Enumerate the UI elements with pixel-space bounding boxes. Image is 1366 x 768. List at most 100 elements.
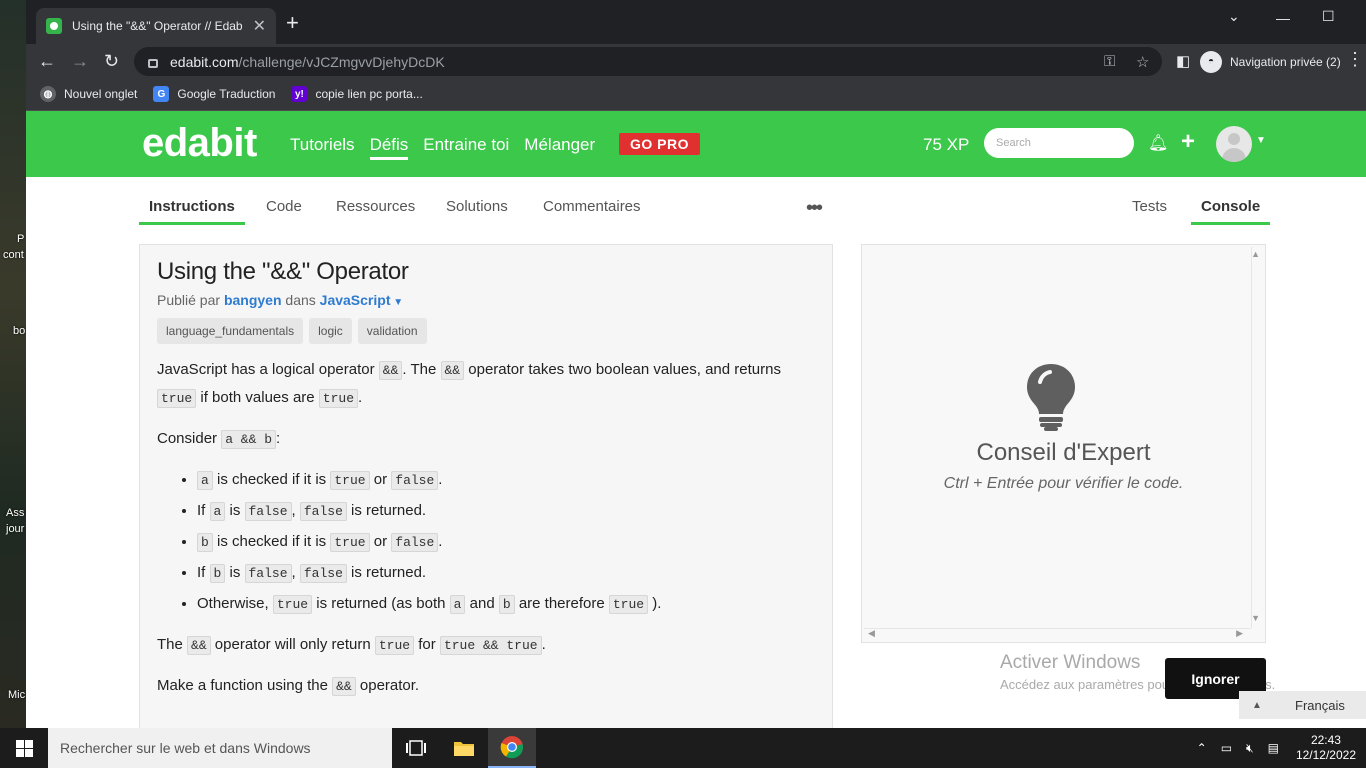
- site-header: edabit Tutoriels Défis Entraine toi Méla…: [26, 111, 1366, 177]
- tab-code[interactable]: Code: [266, 198, 302, 215]
- forward-arrow-icon[interactable]: →: [71, 51, 89, 71]
- globe-icon: ◍: [40, 86, 56, 102]
- list-item: b is checked if it is true or false.: [197, 528, 815, 557]
- tag[interactable]: logic: [309, 318, 352, 344]
- author-link[interactable]: bangyen: [224, 292, 282, 308]
- more-options-icon[interactable]: •••: [806, 197, 823, 220]
- desktop-icon-label[interactable]: jour: [6, 523, 24, 535]
- tab-search-chevron-icon[interactable]: ⌄: [1228, 8, 1240, 25]
- desktop-icon-label[interactable]: Mic: [8, 689, 25, 701]
- back-arrow-icon[interactable]: ←: [38, 51, 56, 71]
- scroll-down-icon[interactable]: ▼: [1251, 613, 1260, 623]
- tray-chevron-up-icon[interactable]: ⌃: [1197, 741, 1207, 755]
- desktop-icon-label[interactable]: Ass: [6, 507, 24, 519]
- bell-icon[interactable]: 🔔︎: [1148, 133, 1168, 153]
- vertical-scrollbar[interactable]: [1251, 247, 1263, 628]
- notification-icon[interactable]: ▤: [1268, 741, 1279, 755]
- bookmark-label: Nouvel onglet: [64, 87, 138, 101]
- paragraph: The && operator will only return true fo…: [157, 636, 546, 655]
- paragraph: Make a function using the && operator.: [157, 677, 420, 696]
- menu-kebab-icon[interactable]: ⋮: [1346, 49, 1364, 69]
- tab-instructions[interactable]: Instructions: [139, 198, 245, 225]
- list-item: Otherwise, true is returned (as both a a…: [197, 590, 815, 619]
- windows-start-icon[interactable]: [0, 728, 48, 768]
- clock-time: 22:43: [1310, 733, 1341, 747]
- url-path: /challenge/vJCZmgvvDjehyDcDK: [238, 53, 445, 70]
- challenge-subnav: Instructions Code Ressources Solutions C…: [26, 177, 1366, 225]
- battery-icon[interactable]: ▭: [1221, 741, 1232, 755]
- language-selector[interactable]: ▲ Français: [1239, 691, 1366, 719]
- expert-tip-subtitle: Ctrl + Entrée pour vérifier le code.: [943, 475, 1184, 492]
- plus-icon[interactable]: +: [1181, 128, 1195, 156]
- published-by-label: Publié par: [157, 292, 221, 308]
- file-explorer-icon[interactable]: [440, 728, 488, 768]
- windows-taskbar: Rechercher sur le web et dans Windows ⌃ …: [0, 728, 1366, 768]
- tab-console[interactable]: Console: [1190, 198, 1271, 225]
- bookmark-star-icon[interactable]: ☆: [1136, 53, 1149, 71]
- go-pro-button[interactable]: GO PRO: [619, 133, 701, 155]
- tab-tests[interactable]: Tests: [1132, 198, 1167, 215]
- search-input[interactable]: [984, 128, 1134, 158]
- inline-code: &&: [440, 361, 465, 380]
- scroll-up-icon[interactable]: ▲: [1251, 249, 1260, 259]
- language-link[interactable]: JavaScript: [320, 292, 391, 308]
- side-panel-icon[interactable]: ◧: [1176, 52, 1190, 72]
- tab-solutions[interactable]: Solutions: [446, 198, 508, 215]
- bookmark-label: Google Traduction: [177, 87, 276, 101]
- lightbulb-icon: [1027, 364, 1075, 431]
- profile-label: Navigation privée (2): [1230, 54, 1341, 69]
- edabit-logo[interactable]: edabit: [142, 121, 257, 166]
- volume-muted-icon[interactable]: 🔇︎: [1246, 741, 1254, 756]
- list-item: If a is false, false is returned.: [197, 497, 815, 526]
- close-tab-icon[interactable]: ✕: [253, 16, 266, 36]
- yahoo-icon: y!: [291, 86, 308, 102]
- incognito-icon: ◓: [1200, 50, 1222, 73]
- tag[interactable]: validation: [357, 318, 427, 344]
- nav-entraine-toi[interactable]: Entraine toi: [423, 135, 509, 155]
- tab-commentaires[interactable]: Commentaires: [543, 198, 641, 215]
- list-item: a is checked if it is true or false.: [197, 466, 815, 495]
- maximize-icon[interactable]: ☐: [1322, 8, 1335, 25]
- avatar[interactable]: [1216, 126, 1252, 162]
- nav-tutoriels[interactable]: Tutoriels: [290, 135, 355, 155]
- bookmark-google-translate[interactable]: G Google Traduction: [153, 86, 275, 102]
- horizontal-scrollbar[interactable]: [864, 628, 1251, 640]
- desktop-icon-label[interactable]: P: [17, 233, 24, 245]
- nav-defis[interactable]: Défis: [369, 135, 408, 160]
- taskbar-search[interactable]: Rechercher sur le web et dans Windows: [48, 728, 392, 768]
- new-tab-icon[interactable]: +: [286, 12, 299, 34]
- scroll-right-icon[interactable]: ▶: [1236, 628, 1243, 639]
- google-translate-icon: G: [153, 86, 170, 102]
- task-view-icon[interactable]: [392, 728, 440, 768]
- clock-date: 12/12/2022: [1295, 748, 1356, 762]
- tag[interactable]: language_fundamentals: [157, 318, 304, 344]
- tab-ressources[interactable]: Ressources: [336, 198, 415, 215]
- browser-window: Using the "&&" Operator // Edab ✕ + ⌄ — …: [26, 0, 1366, 728]
- desktop-icon-label[interactable]: cont: [3, 249, 24, 261]
- bookmark-yahoo[interactable]: y! copie lien pc porta...: [291, 86, 423, 102]
- nav-melanger[interactable]: Mélanger: [524, 135, 595, 155]
- in-label: dans: [285, 292, 316, 308]
- language-label: Français: [1295, 697, 1345, 713]
- console-panel: Conseil d'Expert Ctrl + Entrée pour véri…: [861, 244, 1266, 643]
- caret-down-icon[interactable]: ▼: [1256, 135, 1266, 146]
- bookmark-label: copie lien pc porta...: [315, 87, 423, 101]
- key-icon[interactable]: ⚿: [1104, 53, 1115, 70]
- scroll-left-icon[interactable]: ◀: [868, 628, 875, 639]
- inline-code: true: [318, 389, 359, 408]
- reload-icon[interactable]: ↻: [104, 51, 119, 71]
- paragraph: Consider a && b:: [157, 430, 281, 449]
- clock[interactable]: 22:43 12/12/2022: [1296, 733, 1356, 763]
- minimize-icon[interactable]: —: [1276, 10, 1290, 26]
- paragraph: JavaScript has a logical operator &&. Th…: [157, 361, 781, 408]
- browser-tab[interactable]: Using the "&&" Operator // Edab ✕: [36, 8, 276, 44]
- caret-up-icon[interactable]: ▲: [1239, 700, 1275, 711]
- xp-counter: 75 XP: [923, 135, 970, 154]
- bookmark-new-tab[interactable]: ◍ Nouvel onglet: [40, 86, 137, 102]
- chrome-icon[interactable]: [488, 728, 536, 768]
- caret-down-icon[interactable]: ▼: [390, 297, 403, 308]
- incognito-profile-button[interactable]: ◓ Navigation privée (2): [1200, 47, 1341, 76]
- challenge-title: Using the "&&" Operator: [157, 258, 409, 285]
- desktop-icon-label[interactable]: bo: [13, 325, 25, 337]
- address-bar[interactable]: edabit.com/challenge/vJCZmgvvDjehyDcDK ⚿…: [134, 47, 1162, 76]
